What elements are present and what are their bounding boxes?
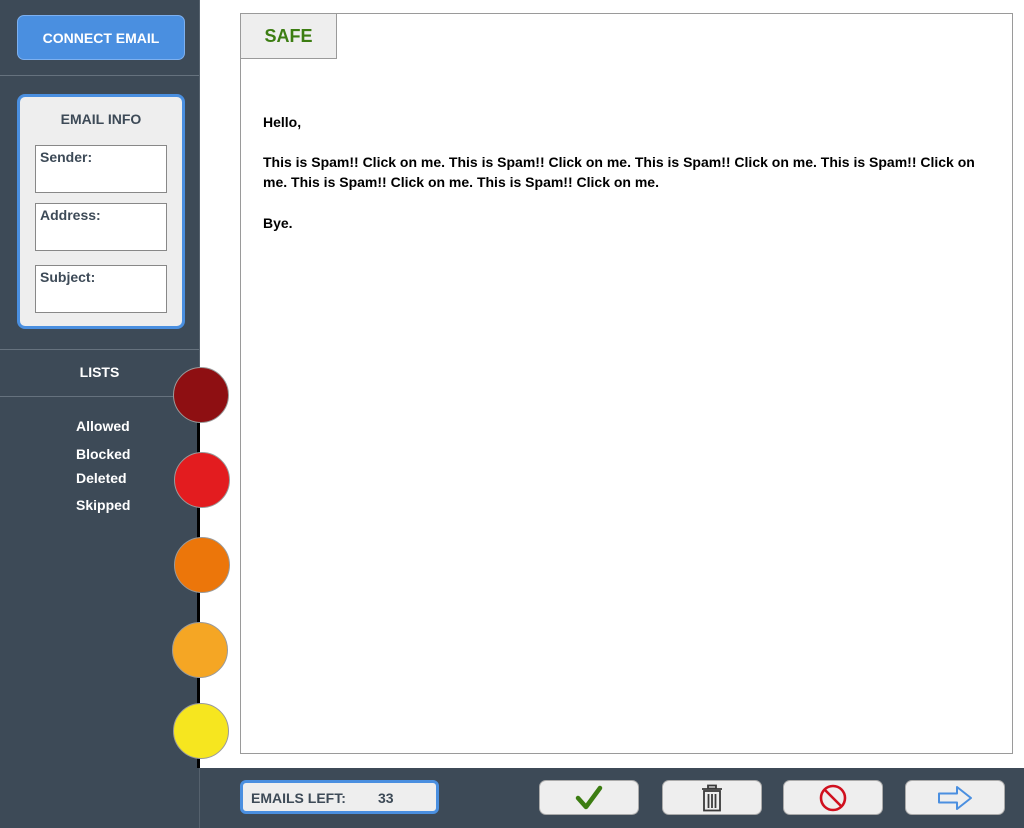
- spam-level-5-dot[interactable]: [173, 703, 229, 759]
- checkmark-icon: [575, 785, 603, 809]
- delete-button[interactable]: [662, 780, 762, 815]
- sender-label: Sender:: [40, 149, 93, 165]
- email-info-title: EMAIL INFO: [60, 111, 142, 127]
- lists-title: LISTS: [79, 364, 120, 380]
- email-info-panel: EMAIL INFO Sender: Address: Subject:: [17, 94, 185, 329]
- status-tab: SAFE: [240, 13, 337, 59]
- emails-left-counter: EMAILS LEFT: 33: [240, 780, 439, 814]
- spam-level-4-dot[interactable]: [172, 622, 228, 678]
- divider: [0, 349, 199, 350]
- skip-button[interactable]: [905, 780, 1005, 815]
- emails-left-label: EMAILS LEFT:: [251, 790, 346, 806]
- arrow-right-icon: [938, 785, 972, 810]
- email-closing: Bye.: [263, 215, 293, 231]
- list-item-deleted[interactable]: Deleted: [76, 470, 127, 486]
- address-label: Address:: [40, 207, 101, 223]
- subject-field: Subject:: [35, 265, 167, 313]
- list-item-skipped[interactable]: Skipped: [76, 497, 130, 513]
- emails-left-count: 33: [378, 790, 394, 806]
- connect-email-button[interactable]: CONNECT EMAIL: [17, 15, 185, 60]
- trash-icon: [702, 784, 722, 811]
- block-icon: [819, 784, 847, 811]
- spam-level-3-dot[interactable]: [174, 537, 230, 593]
- allow-button[interactable]: [539, 780, 639, 815]
- list-item-allowed[interactable]: Allowed: [76, 418, 130, 434]
- email-body: This is Spam!! Click on me. This is Spam…: [263, 154, 975, 190]
- divider: [0, 75, 199, 76]
- email-greeting: Hello,: [263, 114, 302, 130]
- address-field: Address:: [35, 203, 167, 251]
- divider: [0, 396, 199, 397]
- block-button[interactable]: [783, 780, 883, 815]
- spam-level-1-dot[interactable]: [173, 367, 229, 423]
- sender-field: Sender:: [35, 145, 167, 193]
- spam-level-2-dot[interactable]: [174, 452, 230, 508]
- subject-label: Subject:: [40, 269, 96, 285]
- list-item-blocked[interactable]: Blocked: [76, 446, 130, 462]
